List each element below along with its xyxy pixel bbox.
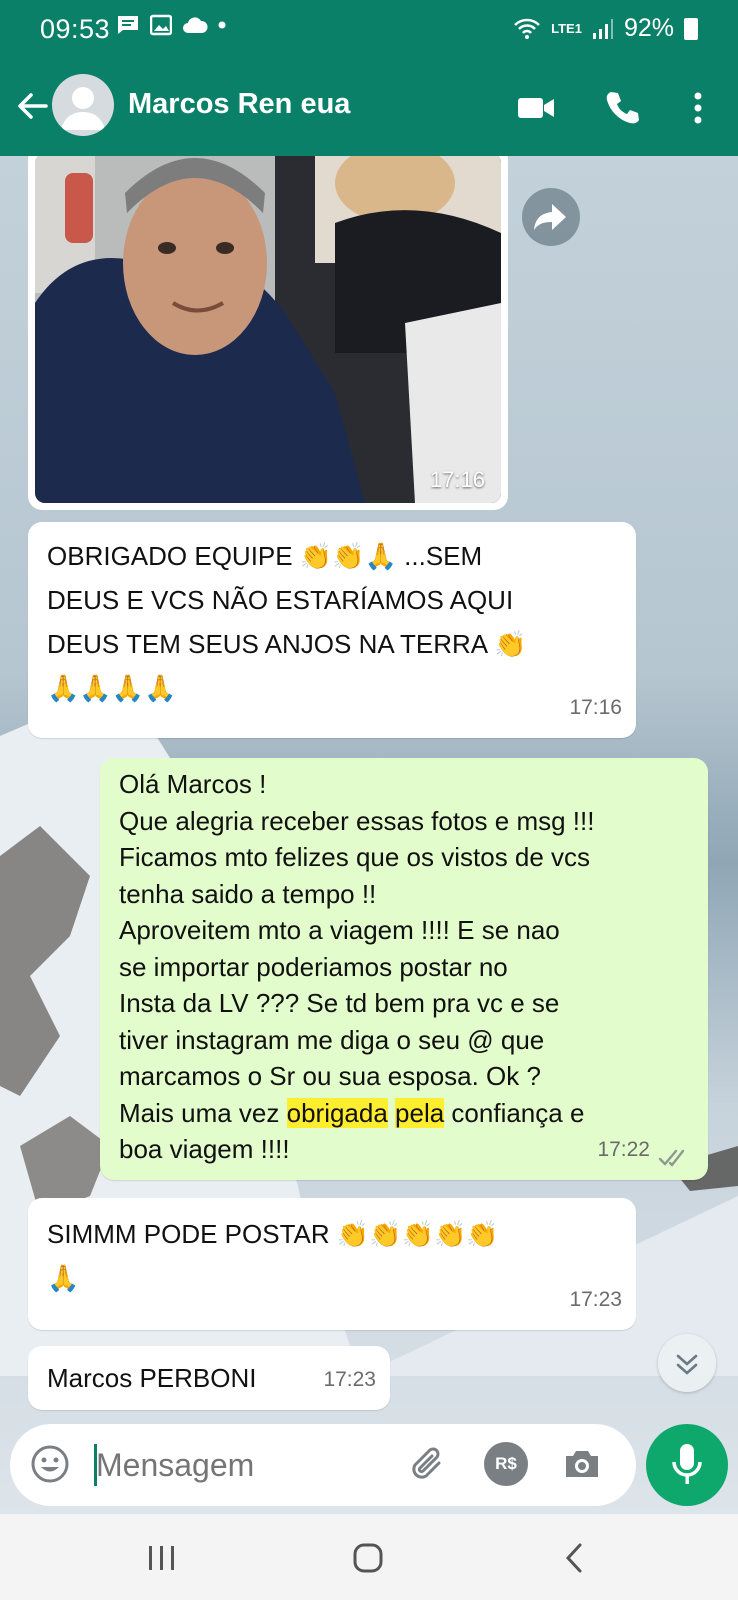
double-chevron-down-icon: [676, 1354, 698, 1375]
cloud-notification-icon: [183, 17, 208, 33]
outgoing-message[interactable]: Olá Marcos ! Que alegria receber essas f…: [100, 758, 708, 1180]
battery-icon: [684, 17, 698, 40]
message-text: Olá Marcos ! Que alegria receber essas f…: [119, 766, 594, 1168]
incoming-message[interactable]: SIMMM PODE POSTAR 👏👏👏👏👏 🙏 17:23: [28, 1198, 636, 1330]
clock: 09:53: [40, 14, 111, 44]
recent-apps-icon[interactable]: [144, 1540, 180, 1576]
scroll-to-bottom-button[interactable]: [658, 1334, 716, 1392]
network-label: LTE1: [551, 20, 582, 36]
mic-button[interactable]: [646, 1424, 728, 1506]
photo-message[interactable]: 17:16: [28, 156, 508, 510]
message-text-part: Olá Marcos ! Que alegria receber essas f…: [119, 769, 595, 1128]
message-time: 17:16: [569, 696, 622, 719]
wifi-icon: [514, 18, 541, 39]
payment-icon[interactable]: R$: [484, 1442, 528, 1486]
message-time: 17:16: [429, 467, 485, 492]
message-input[interactable]: [96, 1442, 396, 1488]
chat-header: Marcos Ren eua: [0, 60, 738, 156]
gallery-notification-icon: [150, 14, 172, 36]
back-nav-icon[interactable]: [558, 1540, 594, 1576]
message-notification-icon: [118, 16, 138, 34]
default-avatar-icon: [61, 87, 105, 130]
chat-area[interactable]: 17:16 OBRIGADO EQUIPE 👏👏🙏 ...SEM DEUS E …: [0, 156, 738, 1514]
message-text: Marcos PERBONI: [47, 1363, 257, 1393]
message-text-part: [388, 1098, 395, 1128]
double-check-icon: [658, 1149, 685, 1167]
message-text: OBRIGADO EQUIPE 👏👏🙏 ...SEM DEUS E VCS NÃ…: [47, 541, 527, 703]
phone-icon[interactable]: [600, 86, 644, 130]
mic-icon: [672, 1444, 702, 1484]
incoming-message[interactable]: OBRIGADO EQUIPE 👏👏🙏 ...SEM DEUS E VCS NÃ…: [28, 522, 636, 738]
system-nav-bar: [0, 1514, 738, 1600]
dot-icon: [218, 21, 226, 29]
arrow-left-icon[interactable]: [12, 86, 52, 126]
contact-name[interactable]: Marcos Ren eua: [128, 88, 350, 121]
emoji-icon[interactable]: [28, 1442, 72, 1486]
signal-icon: [592, 18, 613, 39]
forward-icon[interactable]: [522, 188, 580, 246]
more-vert-icon[interactable]: [676, 86, 720, 130]
highlighted-word: pela: [395, 1097, 445, 1128]
message-time: 17:23: [569, 1288, 622, 1311]
message-time: 17:22: [597, 1138, 650, 1161]
incoming-message[interactable]: Marcos PERBONI 17:23: [28, 1346, 390, 1410]
camera-icon[interactable]: [560, 1442, 604, 1486]
battery-percent: 92%: [623, 14, 674, 42]
status-indicators: LTE1 92%: [513, 14, 698, 43]
home-icon[interactable]: [350, 1540, 386, 1576]
message-text: SIMMM PODE POSTAR 👏👏👏👏👏 🙏: [47, 1219, 499, 1293]
message-time: 17:23: [323, 1368, 376, 1391]
notification-icons: [116, 14, 226, 36]
paperclip-icon[interactable]: [406, 1442, 450, 1486]
avatar[interactable]: [52, 74, 114, 136]
status-bar: 09:53 LTE1 92%: [0, 0, 738, 60]
video-call-icon[interactable]: [514, 86, 558, 130]
photo-illustration: [35, 156, 501, 503]
selfie-photo[interactable]: 17:16: [35, 156, 501, 503]
highlighted-word: obrigada: [286, 1097, 388, 1128]
message-composer[interactable]: R$: [10, 1424, 636, 1506]
